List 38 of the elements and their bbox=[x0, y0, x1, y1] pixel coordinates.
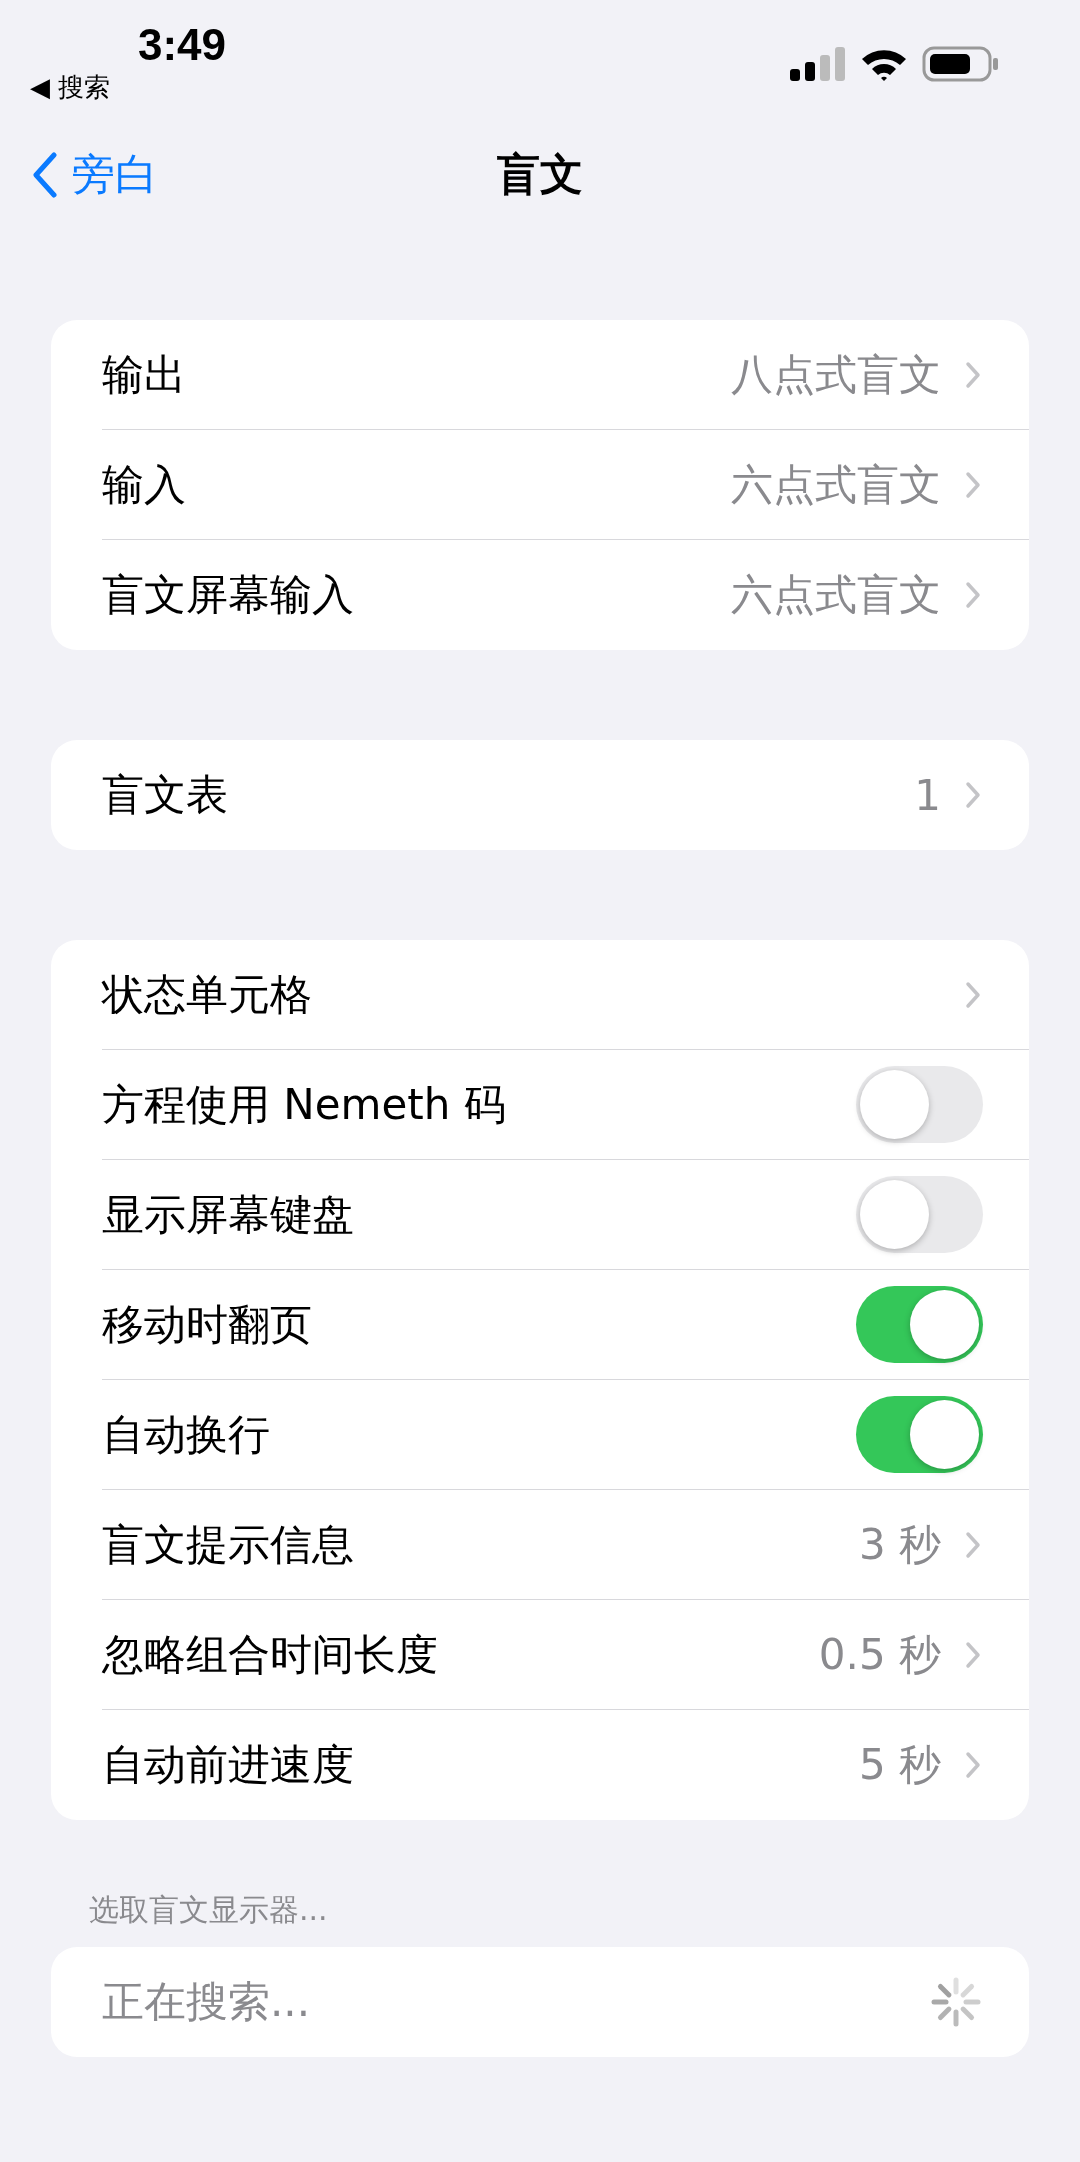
chevron-right-icon[interactable] bbox=[965, 1530, 981, 1559]
wifi-icon bbox=[860, 47, 908, 81]
back-to-app-link[interactable]: ◀ 搜索 bbox=[30, 70, 227, 104]
row-value: 1 bbox=[914, 770, 941, 820]
chevron-right-icon[interactable] bbox=[965, 781, 981, 809]
row-label: 显示屏幕键盘 bbox=[102, 1188, 354, 1241]
back-button[interactable]: 旁白 bbox=[0, 146, 158, 204]
row-label: 自动换行 bbox=[102, 1408, 270, 1461]
row-value: 八点式盲文 bbox=[731, 348, 941, 401]
row-label: 输入 bbox=[102, 458, 186, 511]
chevron-left-icon bbox=[32, 152, 58, 198]
row-label: 输出 bbox=[102, 348, 186, 401]
chevron-right-icon[interactable] bbox=[965, 581, 981, 609]
row-value: 六点式盲文 bbox=[731, 569, 941, 621]
row-value: 5 秒 bbox=[858, 1739, 941, 1791]
chevron-right-icon[interactable] bbox=[965, 1751, 981, 1779]
row-value: 3 秒 bbox=[858, 1518, 941, 1571]
row-label: 盲文屏幕输入 bbox=[102, 569, 354, 621]
page-title: 盲文 bbox=[496, 148, 584, 201]
chevron-right-icon[interactable] bbox=[965, 360, 981, 389]
row-value: 0.5 秒 bbox=[818, 1628, 941, 1681]
spinner-icon bbox=[931, 1977, 981, 2027]
row-label: 忽略组合时间长度 bbox=[102, 1628, 438, 1681]
row-label: 正在搜索... bbox=[102, 1976, 311, 2028]
row-label: 自动前进速度 bbox=[102, 1739, 354, 1791]
chevron-right-icon[interactable] bbox=[965, 470, 981, 499]
row-value: 六点式盲文 bbox=[731, 458, 941, 511]
row-label: 方程使用 Nemeth 码 bbox=[102, 1078, 506, 1131]
row-label: 状态单元格 bbox=[102, 968, 312, 1021]
chevron-right-icon[interactable] bbox=[965, 1640, 981, 1669]
row-label: 盲文表 bbox=[102, 769, 228, 821]
row-label: 移动时翻页 bbox=[102, 1298, 312, 1351]
signal-icon bbox=[790, 47, 846, 81]
row-label: 盲文提示信息 bbox=[102, 1518, 354, 1571]
battery-icon bbox=[922, 46, 1000, 82]
section-header: 选取盲文显示器... bbox=[89, 1891, 329, 1929]
chevron-right-icon[interactable] bbox=[965, 980, 981, 1009]
status-time: 3:49 bbox=[138, 20, 227, 70]
